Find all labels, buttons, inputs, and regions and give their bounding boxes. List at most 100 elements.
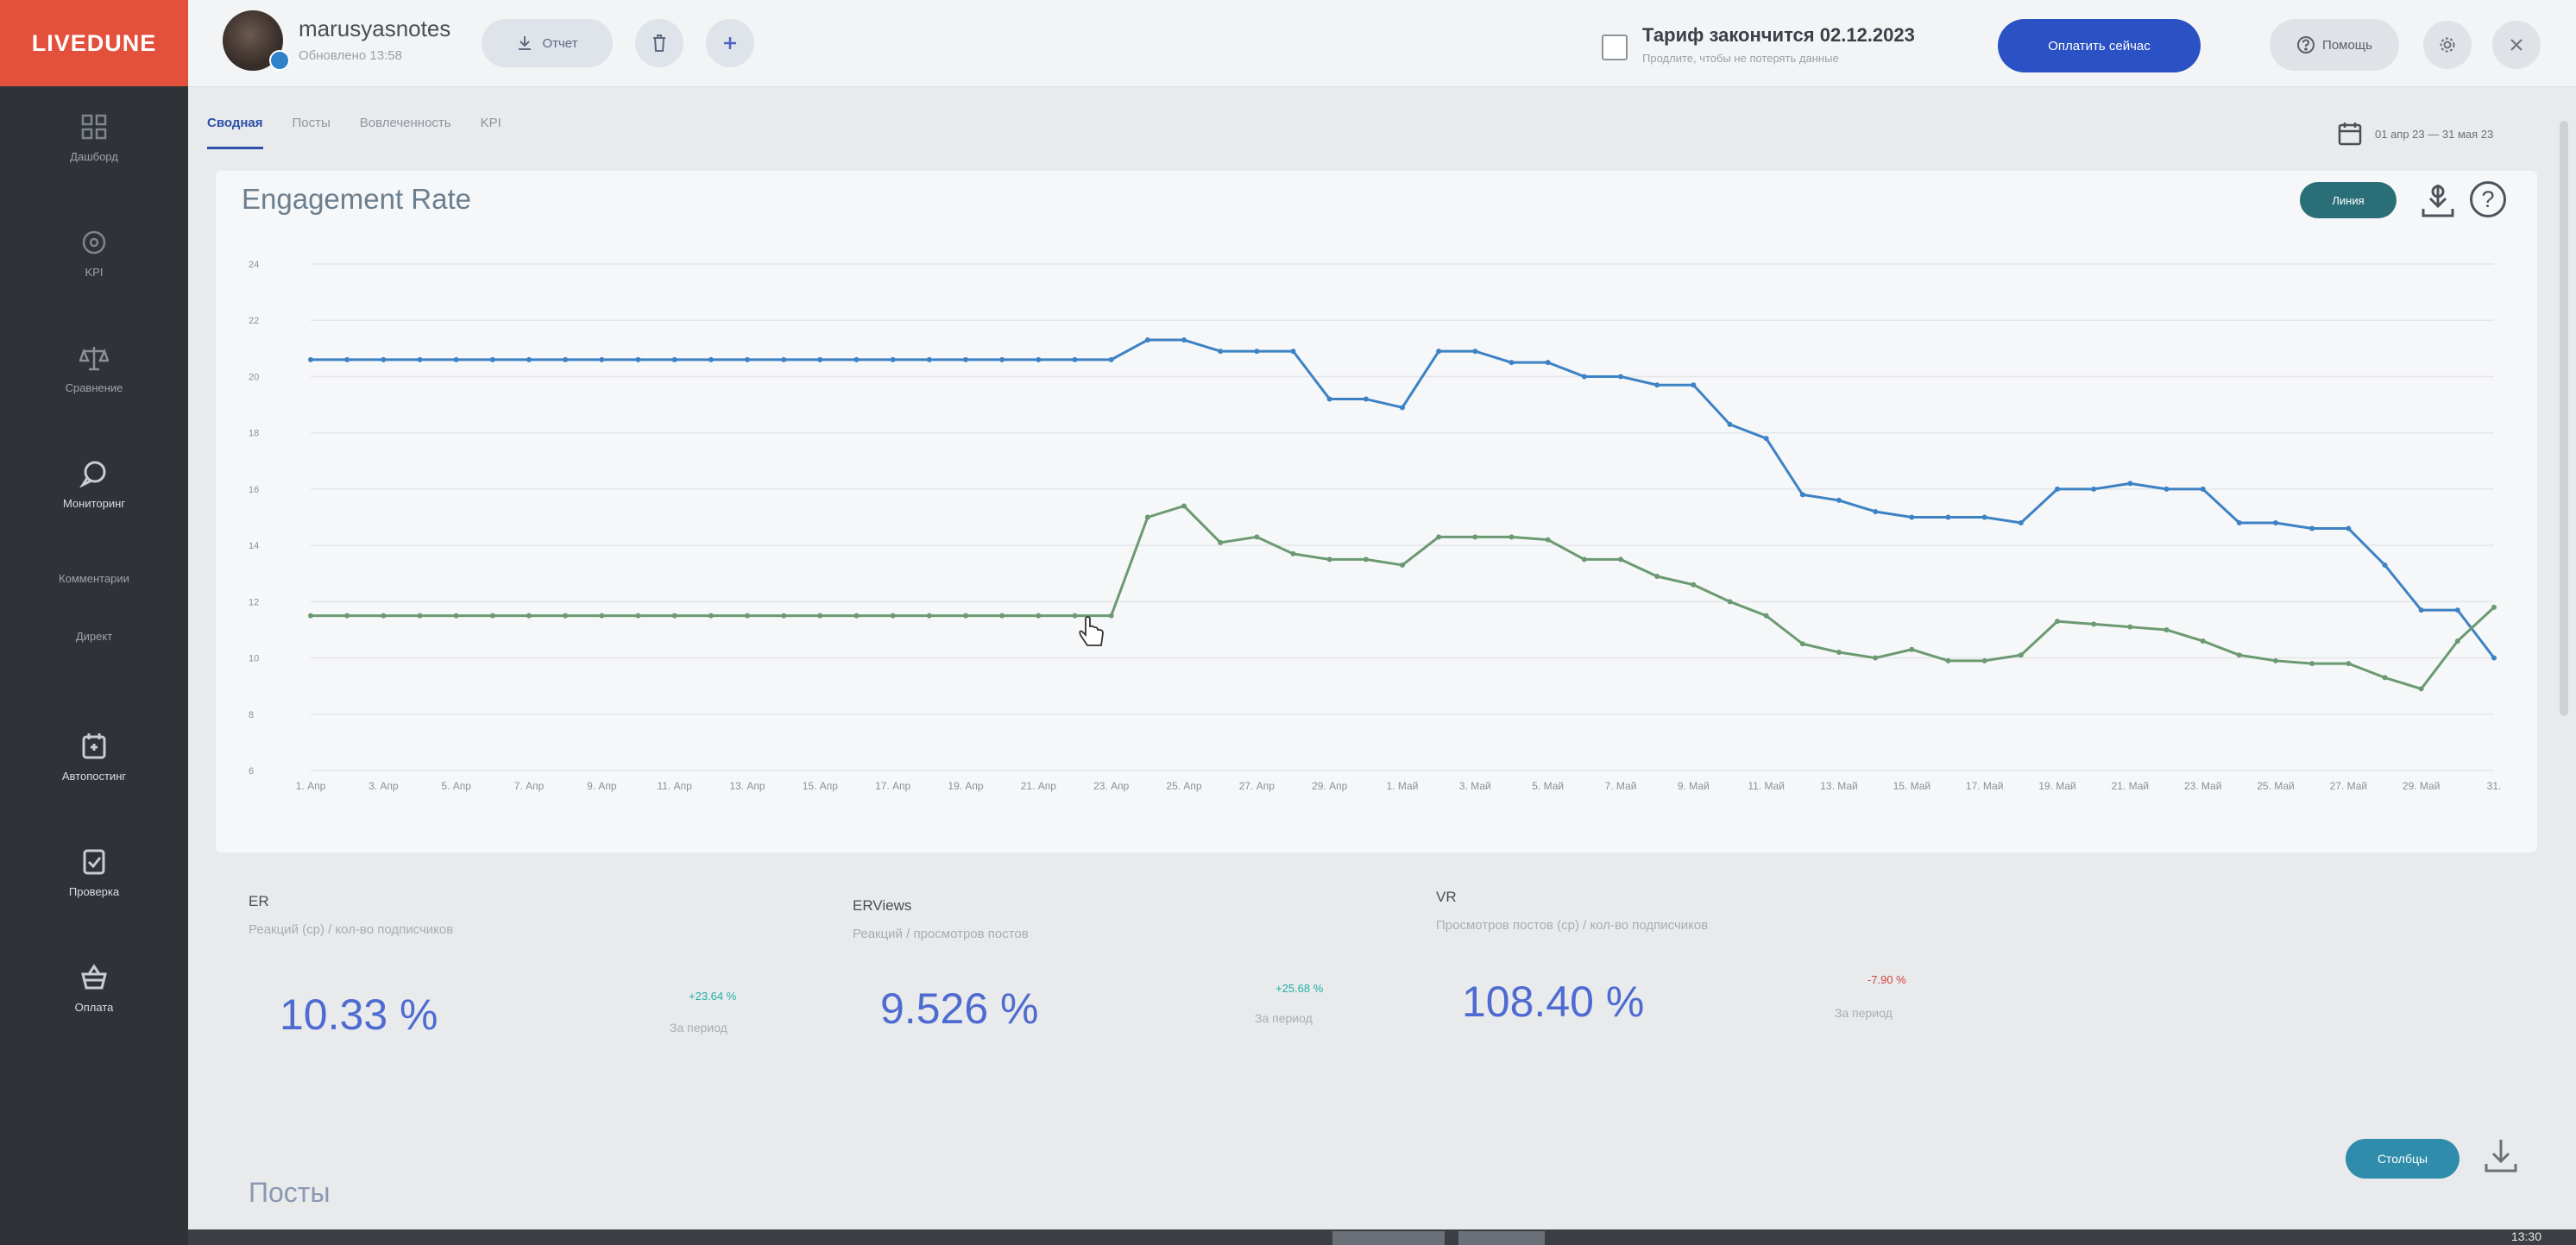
- x-tick-label: 9. Май: [1678, 780, 1710, 792]
- gear-icon: [2440, 37, 2455, 53]
- calendar-icon: [2338, 123, 2362, 146]
- data-point: [308, 356, 313, 362]
- data-point: [2236, 652, 2242, 658]
- data-point: [2418, 686, 2424, 692]
- close-button[interactable]: [2492, 21, 2541, 69]
- sidebar-item-comments[interactable]: Комментарии: [0, 572, 188, 585]
- chat-bubble-icon: [79, 459, 109, 488]
- plan-expiry-subtitle: Продлите, чтобы не потерять данные: [1642, 52, 1839, 65]
- data-point: [1909, 646, 1915, 652]
- data-point: [926, 356, 932, 362]
- sidebar-item-dashboard[interactable]: Дашборд: [0, 112, 188, 163]
- sidebar-item-label: Директ: [75, 630, 113, 643]
- data-point: [599, 356, 605, 362]
- data-point: [526, 356, 532, 362]
- plan-expiry-title: Тариф закончится 02.12.2023: [1642, 24, 1915, 46]
- metric-er: ER Реакций (ср) / кол-во подписчиков 10.…: [249, 893, 818, 1100]
- metric-title: ERViews: [853, 897, 912, 914]
- data-point: [1618, 556, 1623, 563]
- add-account-button[interactable]: [706, 19, 754, 67]
- data-point: [1036, 356, 1042, 362]
- tab-summary[interactable]: Сводная: [207, 116, 263, 149]
- sidebar-item-direct[interactable]: Директ: [0, 630, 188, 643]
- sidebar-item-check[interactable]: Проверка: [0, 847, 188, 898]
- taskbar-window[interactable]: [1458, 1231, 1545, 1245]
- data-point: [2418, 607, 2424, 613]
- tab-kpi[interactable]: KPI: [481, 116, 501, 149]
- chart-help-icon[interactable]: ?: [2470, 181, 2506, 217]
- top-bar: marusyasnotes Обновлено 13:58 Отчет Тари…: [188, 0, 2576, 87]
- delete-button[interactable]: [635, 19, 683, 67]
- taskbar-window[interactable]: [1332, 1231, 1445, 1245]
- sidebar-item-billing[interactable]: Оплата: [0, 963, 188, 1014]
- sidebar-item-autoposting[interactable]: Автопостинг: [0, 732, 188, 783]
- data-point: [1363, 556, 1369, 563]
- columns-dropdown[interactable]: Столбцы: [2346, 1139, 2459, 1179]
- data-point: [1508, 534, 1515, 540]
- pay-now-button[interactable]: Оплатить сейчас: [1998, 19, 2201, 72]
- help-button[interactable]: Помощь: [2270, 19, 2399, 71]
- sidebar-item-label: Оплата: [74, 1001, 114, 1014]
- tab-engagement[interactable]: Вовлеченность: [360, 116, 451, 149]
- date-range-picker[interactable]: 01 апр 23 — 31 мая 23: [2337, 121, 2493, 147]
- data-point: [2273, 520, 2278, 526]
- data-point: [1873, 508, 1879, 514]
- series-line-2: [311, 504, 2496, 690]
- data-point: [1108, 356, 1114, 362]
- data-point: [381, 613, 387, 619]
- sidebar-item-label: KPI: [85, 266, 104, 279]
- settings-button[interactable]: [2423, 21, 2472, 69]
- x-tick-label: 25. Май: [2257, 780, 2295, 792]
- report-button[interactable]: Отчет: [482, 19, 613, 67]
- data-point: [489, 613, 495, 619]
- data-point: [999, 356, 1005, 362]
- page-scrollbar[interactable]: [2560, 121, 2568, 716]
- data-point: [417, 613, 423, 619]
- data-point: [1654, 573, 1660, 579]
- data-point: [2309, 525, 2315, 531]
- y-tick-label: 16: [249, 485, 259, 495]
- data-point: [1654, 382, 1660, 388]
- trash-icon: [653, 35, 665, 52]
- sidebar-item-compare[interactable]: Сравнение: [0, 343, 188, 394]
- plan-checkbox[interactable]: [1602, 35, 1628, 60]
- data-point: [2491, 655, 2497, 661]
- x-tick-label: 19. Май: [2038, 780, 2076, 792]
- data-point: [1290, 349, 1296, 355]
- tab-posts[interactable]: Посты: [293, 116, 331, 149]
- sidebar-item-kpi[interactable]: KPI: [0, 228, 188, 279]
- data-point: [2200, 638, 2206, 644]
- sidebar-item-label: Мониторинг: [62, 497, 126, 510]
- x-tick-label: 1. Апр: [296, 780, 326, 792]
- help-label: Помощь: [2322, 37, 2372, 53]
- data-point: [2163, 626, 2170, 632]
- posts-export-icon[interactable]: [2479, 1135, 2522, 1178]
- date-range-text: 01 апр 23 — 31 мая 23: [2375, 127, 2494, 141]
- metric-title: ER: [249, 893, 269, 909]
- metric-delta: -7.90 %: [1867, 973, 1906, 986]
- hand-cursor-icon: [1079, 616, 1104, 646]
- account-name[interactable]: marusyasnotes: [299, 16, 450, 42]
- data-point: [1545, 537, 1551, 543]
- engagement-rate-card: 6 8 10 12 14 16 18 20 22 24 1. Апр 3. Апр 5. Апр 7. А…: [216, 171, 2537, 852]
- sidebar-item-monitoring[interactable]: Мониторинг: [0, 459, 188, 510]
- y-tick-label: 8: [249, 710, 254, 720]
- export-icon[interactable]: [2416, 179, 2459, 223]
- close-icon: [2510, 39, 2522, 51]
- x-tick-label: 23. Май: [2184, 780, 2222, 792]
- data-point: [308, 613, 313, 619]
- data-point: [1400, 562, 1405, 568]
- sidebar-item-label: Сравнение: [65, 381, 123, 394]
- y-tick-label: 14: [249, 541, 259, 551]
- data-point: [599, 613, 605, 619]
- data-point: [1799, 492, 1805, 498]
- data-point: [1072, 613, 1078, 619]
- data-point: [671, 356, 677, 362]
- x-tick-label: 15. Апр: [803, 780, 839, 792]
- app-logo[interactable]: LIVEDUNE: [0, 0, 188, 86]
- data-point: [417, 356, 423, 362]
- data-point: [344, 613, 350, 619]
- data-point: [2273, 657, 2278, 663]
- data-point: [1254, 534, 1260, 540]
- chart-type-dropdown[interactable]: Линия: [2300, 182, 2396, 218]
